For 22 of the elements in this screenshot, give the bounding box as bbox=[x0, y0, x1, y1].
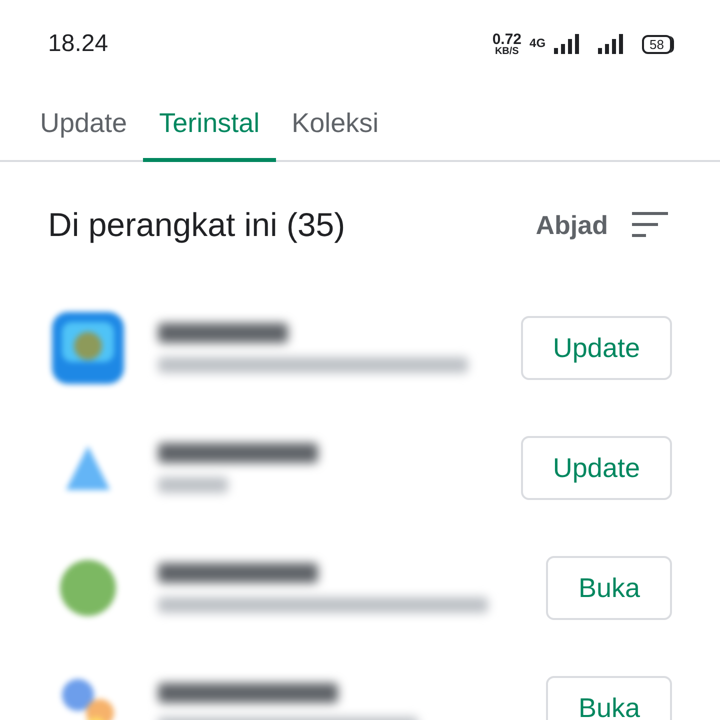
tab[interactable]: Koleksi bbox=[276, 88, 395, 162]
app-icon bbox=[60, 560, 116, 616]
tab[interactable]: Terinstal bbox=[143, 88, 276, 162]
sort-icon bbox=[632, 212, 668, 238]
network-type: 4G bbox=[530, 34, 546, 52]
battery-level: 58 bbox=[642, 34, 672, 54]
app-action-button[interactable]: Update bbox=[520, 316, 672, 380]
app-icon bbox=[62, 679, 114, 720]
app-action-button[interactable]: Buka bbox=[546, 676, 672, 720]
speed-unit: KB/S bbox=[494, 46, 519, 56]
app-action-button[interactable]: Buka bbox=[546, 556, 672, 620]
app-icon bbox=[52, 312, 124, 384]
sort-button[interactable]: Abjad bbox=[536, 206, 668, 244]
signal-icon bbox=[598, 34, 624, 54]
app-icon bbox=[66, 446, 110, 490]
network-speed: 0.72 bbox=[492, 32, 522, 46]
app-action-button[interactable]: Update bbox=[520, 436, 672, 500]
tab[interactable]: Update bbox=[24, 88, 144, 162]
clock-time: 18.24 bbox=[48, 29, 108, 59]
section-title: Di perangkat ini (35) bbox=[48, 205, 346, 246]
signal-icon bbox=[554, 34, 580, 54]
blurred-app-details bbox=[158, 477, 228, 493]
